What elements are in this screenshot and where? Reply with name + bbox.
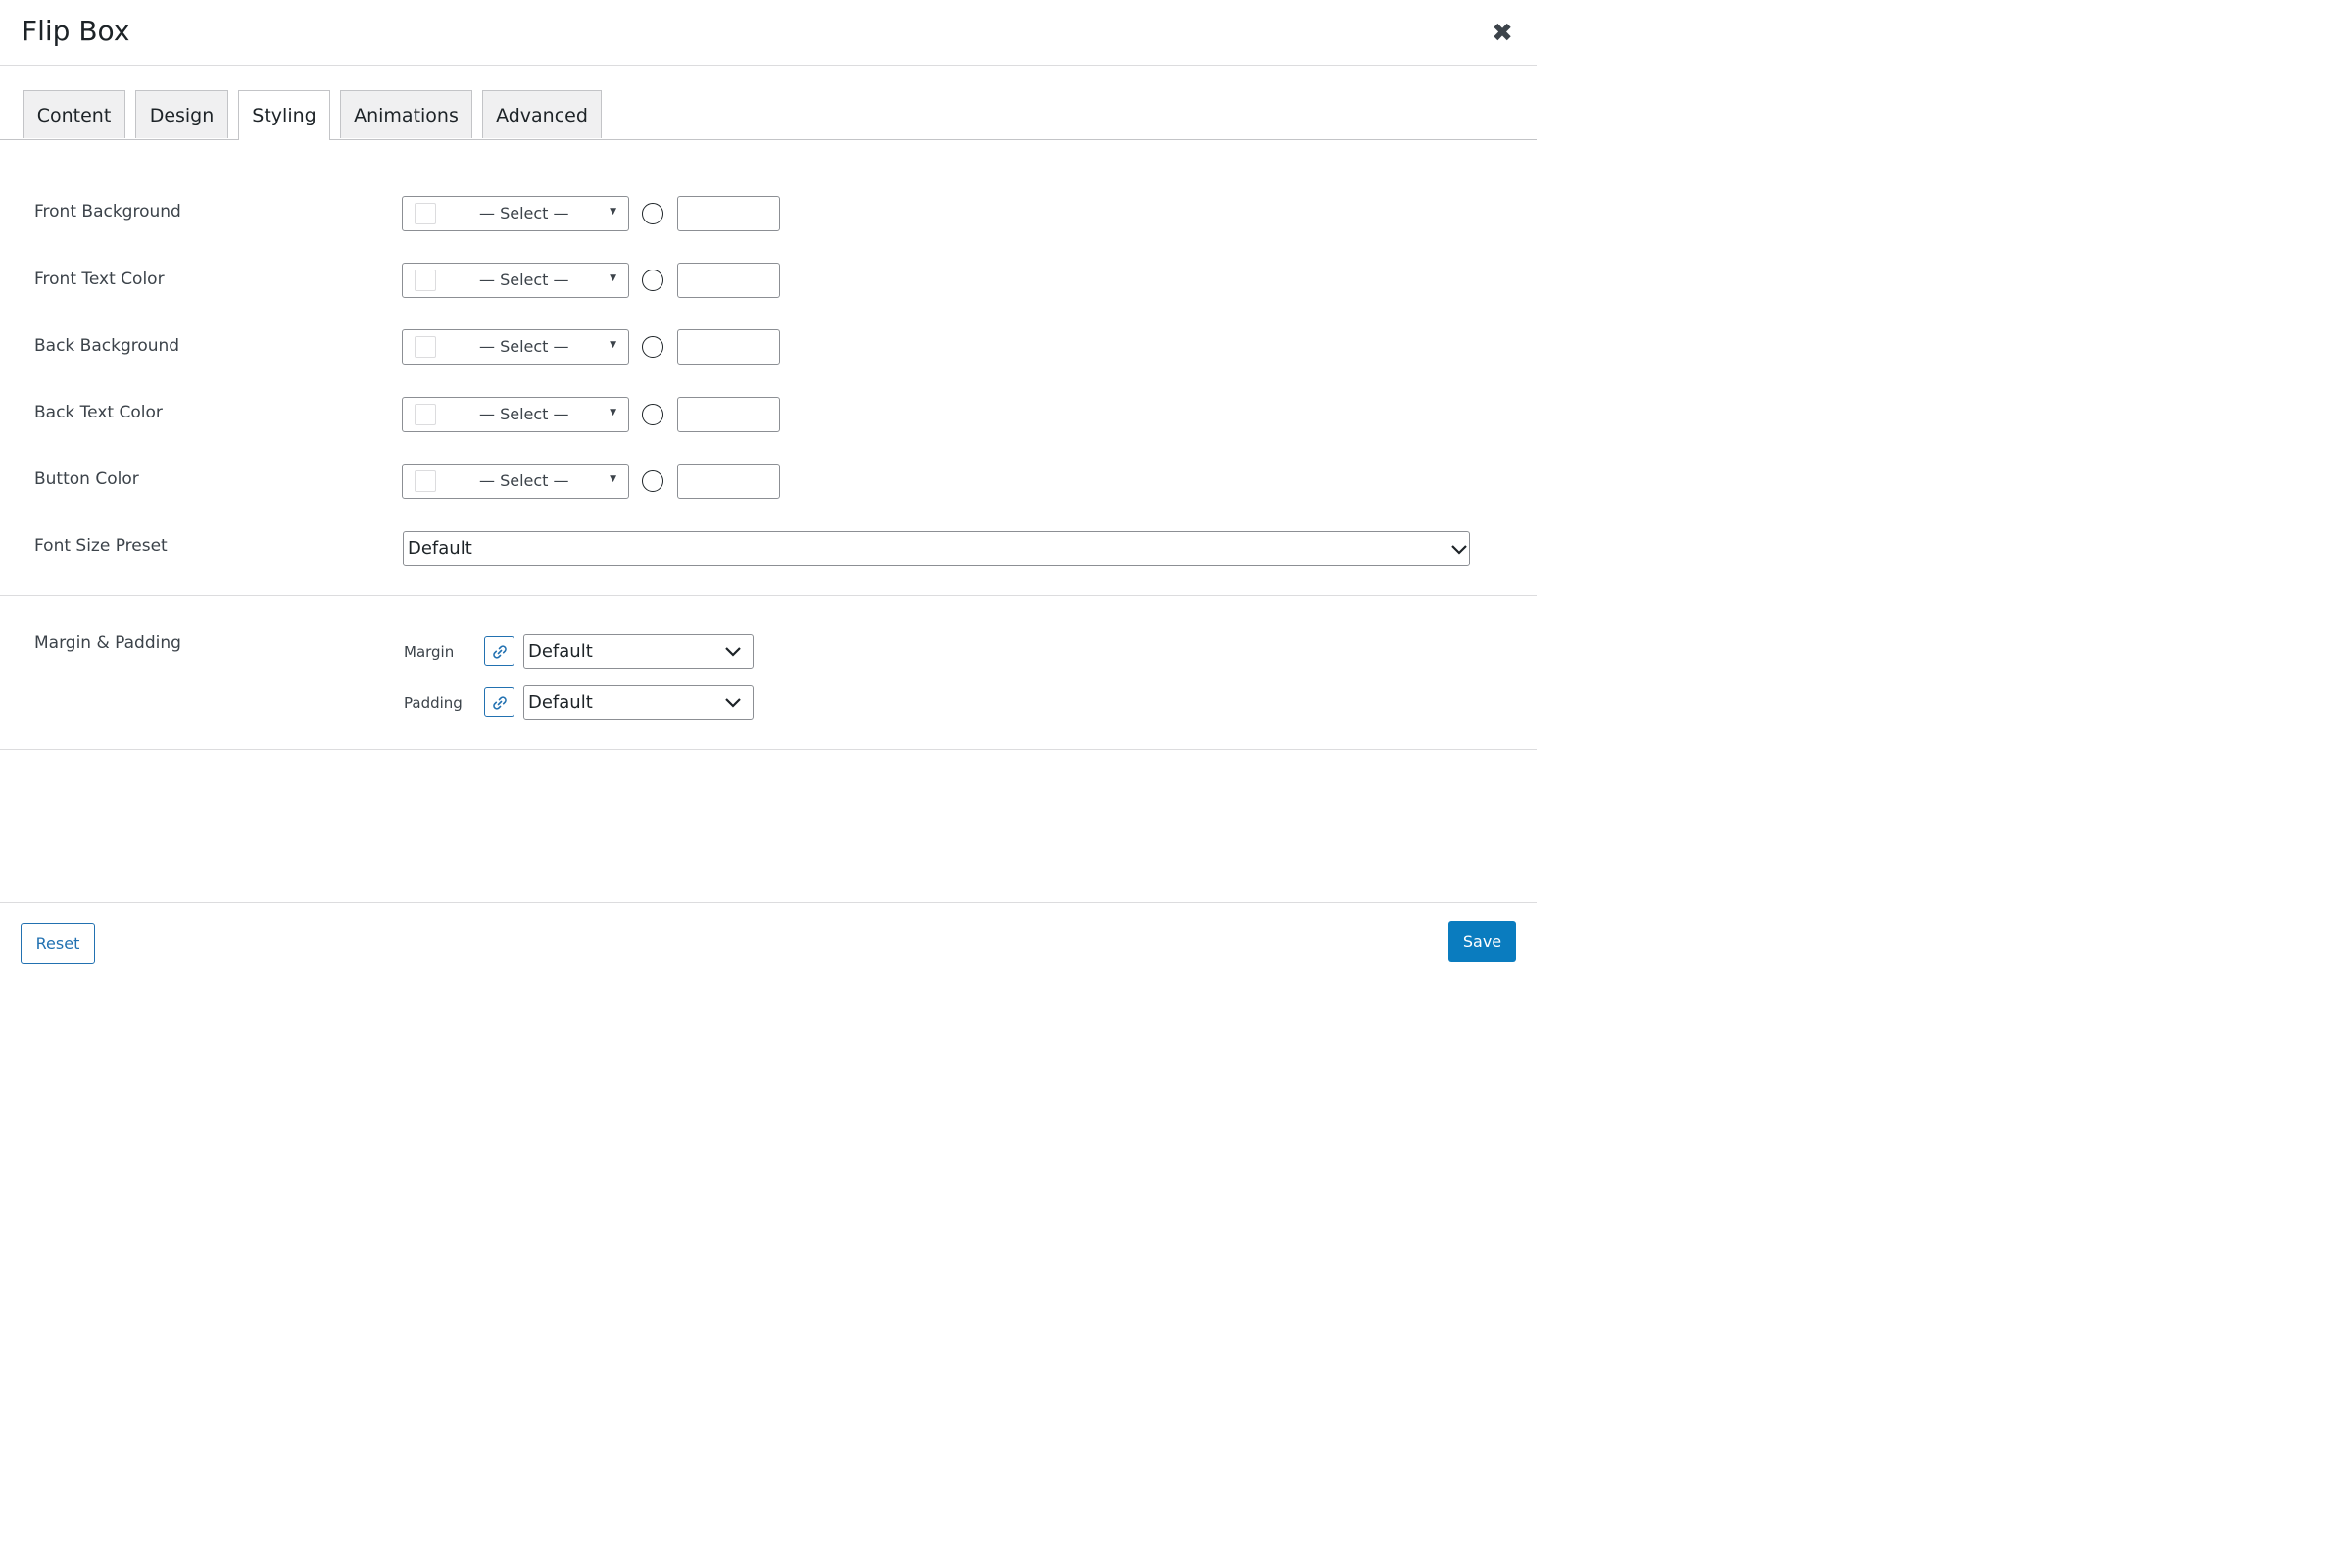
button-color-label: Button Color <box>34 469 139 489</box>
margin-padding-label: Margin & Padding <box>34 633 181 653</box>
chevron-down-icon <box>1451 545 1467 555</box>
tab-styling[interactable]: Styling <box>238 90 330 140</box>
tab-bar: Content Design Styling Animations Advanc… <box>0 90 1537 140</box>
back-text-color-label: Back Text Color <box>34 403 163 422</box>
select-placeholder: — Select — <box>479 270 569 289</box>
flip-box-dialog: Flip Box ✖ Content Design Styling Animat… <box>0 0 1537 1024</box>
front-background-color-select[interactable]: — Select — ▼ <box>402 196 629 231</box>
button-color-input[interactable] <box>677 464 780 499</box>
back-background-color-select[interactable]: — Select — ▼ <box>402 329 629 365</box>
back-background-radio[interactable] <box>642 336 663 358</box>
select-placeholder: — Select — <box>479 204 569 222</box>
chevron-down-icon <box>725 698 741 708</box>
back-text-color-input[interactable] <box>677 397 780 432</box>
color-swatch <box>415 336 436 358</box>
caret-down-icon: ▼ <box>610 207 616 217</box>
caret-down-icon: ▼ <box>610 273 616 283</box>
reset-button[interactable]: Reset <box>21 923 95 964</box>
select-placeholder: — Select — <box>479 471 569 490</box>
tab-design[interactable]: Design <box>135 90 228 138</box>
tab-animations[interactable]: Animations <box>340 90 472 138</box>
button-color-radio[interactable] <box>642 470 663 492</box>
select-placeholder: — Select — <box>479 337 569 356</box>
margin-link-button[interactable] <box>484 636 514 666</box>
chevron-down-icon <box>725 647 741 657</box>
section-divider <box>0 595 1537 596</box>
front-background-input[interactable] <box>677 196 780 231</box>
front-background-label: Front Background <box>34 202 181 221</box>
margin-select[interactable]: Default <box>523 634 754 669</box>
padding-label: Padding <box>404 694 463 711</box>
padding-value: Default <box>528 692 593 712</box>
front-text-color-label: Front Text Color <box>34 270 165 289</box>
link-icon <box>493 696 507 710</box>
front-text-color-input[interactable] <box>677 263 780 298</box>
select-placeholder: — Select — <box>479 405 569 423</box>
dialog-header: Flip Box ✖ <box>0 0 1537 66</box>
caret-down-icon: ▼ <box>610 408 616 417</box>
color-swatch <box>415 404 436 425</box>
footer-divider <box>0 902 1537 903</box>
caret-down-icon: ▼ <box>610 340 616 350</box>
back-background-label: Back Background <box>34 336 180 356</box>
back-text-color-radio[interactable] <box>642 404 663 425</box>
tab-content[interactable]: Content <box>23 90 125 138</box>
padding-select[interactable]: Default <box>523 685 754 720</box>
button-color-select[interactable]: — Select — ▼ <box>402 464 629 499</box>
margin-value: Default <box>528 641 593 662</box>
color-swatch <box>415 470 436 492</box>
font-size-preset-label: Font Size Preset <box>34 536 168 556</box>
front-background-radio[interactable] <box>642 203 663 224</box>
margin-label: Margin <box>404 643 455 661</box>
back-background-input[interactable] <box>677 329 780 365</box>
color-swatch <box>415 270 436 291</box>
close-icon[interactable]: ✖ <box>1489 20 1516 47</box>
save-button[interactable]: Save <box>1448 921 1516 962</box>
caret-down-icon: ▼ <box>610 474 616 484</box>
font-size-preset-select[interactable]: Default <box>403 531 1470 566</box>
back-text-color-select[interactable]: — Select — ▼ <box>402 397 629 432</box>
padding-link-button[interactable] <box>484 687 514 717</box>
front-text-color-radio[interactable] <box>642 270 663 291</box>
dialog-title: Flip Box <box>22 15 130 47</box>
tab-advanced[interactable]: Advanced <box>482 90 602 138</box>
link-icon <box>493 645 507 659</box>
front-text-color-select[interactable]: — Select — ▼ <box>402 263 629 298</box>
color-swatch <box>415 203 436 224</box>
font-size-preset-value: Default <box>408 538 472 559</box>
section-divider <box>0 749 1537 750</box>
